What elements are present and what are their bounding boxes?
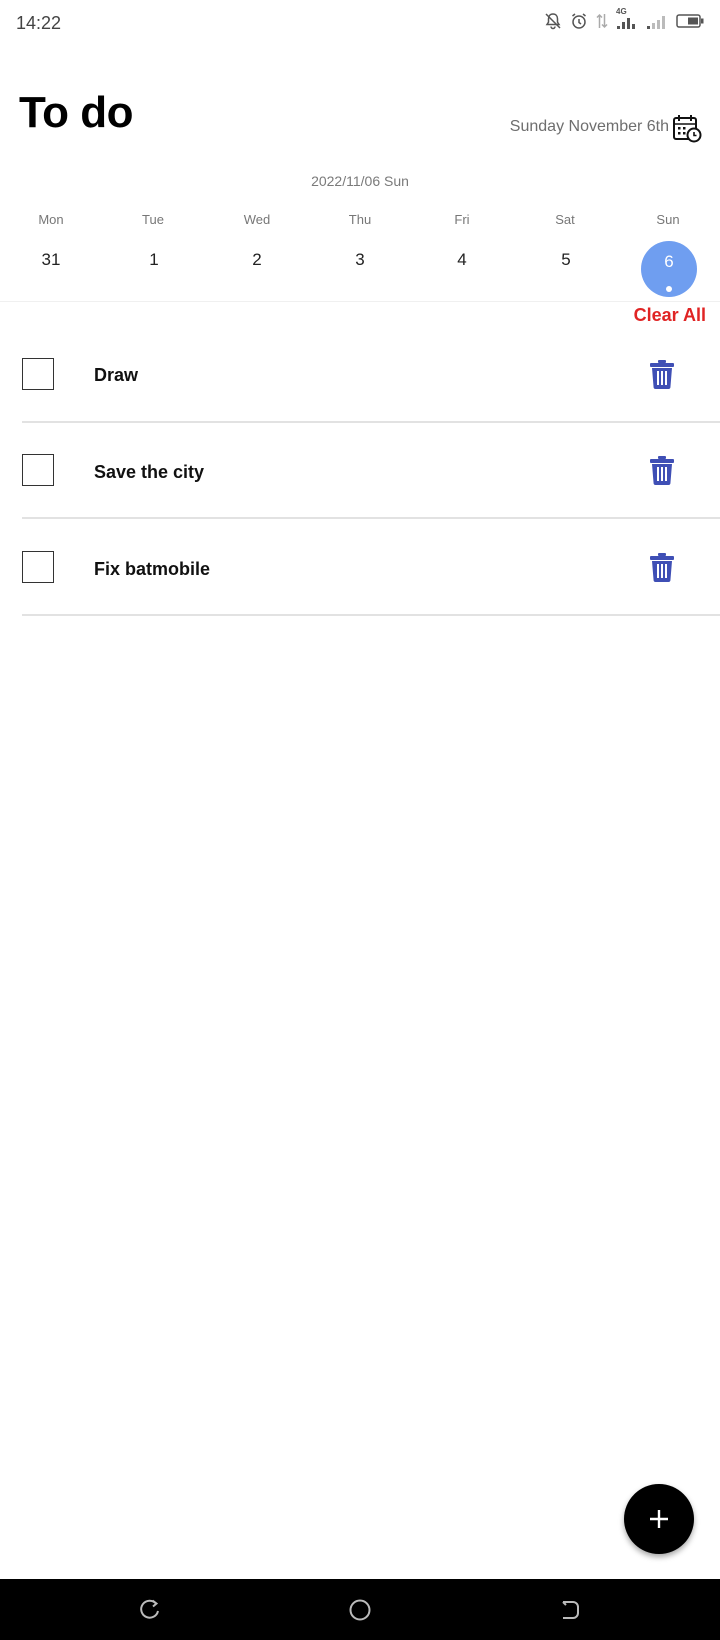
battery-icon	[676, 13, 704, 29]
bell-off-icon	[544, 12, 562, 30]
task-label: Draw	[94, 365, 139, 385]
signal-icon	[646, 12, 668, 30]
week-date-label: 2022/11/06 Sun	[311, 173, 409, 189]
trash-icon	[650, 553, 674, 583]
delete-task-button[interactable]	[649, 359, 675, 390]
day-number-mon[interactable]: 31	[11, 250, 91, 270]
day-number-sun[interactable]: 6	[641, 252, 697, 272]
task-checkbox[interactable]	[22, 454, 54, 486]
day-name-tue: Tue	[142, 212, 164, 227]
page-title: To do	[19, 88, 133, 137]
clear-all-button[interactable]: Clear All	[634, 305, 706, 326]
task-row: Save the city	[22, 423, 720, 519]
day-number-thu[interactable]: 3	[320, 250, 400, 270]
home-button[interactable]	[347, 1597, 373, 1623]
home-icon	[349, 1599, 371, 1621]
delete-task-button[interactable]	[649, 455, 675, 486]
back-button[interactable]	[557, 1597, 583, 1623]
day-name-fri: Fri	[454, 212, 470, 227]
add-task-button[interactable]	[624, 1484, 694, 1554]
status-icons: 4G	[544, 7, 704, 30]
day-number-tue[interactable]: 1	[114, 250, 194, 270]
calendar-button[interactable]	[672, 113, 702, 143]
task-label: Fix batmobile	[94, 559, 211, 579]
current-date-label: Sunday November 6th	[509, 118, 669, 135]
task-label: Save the city	[94, 462, 205, 482]
day-number-sat[interactable]: 5	[526, 250, 606, 270]
trash-icon	[650, 456, 674, 486]
day-name-sat: Sat	[555, 212, 575, 227]
status-time: 14:22	[16, 13, 62, 33]
task-row: Fix batmobile	[22, 520, 720, 616]
day-name-wed: Wed	[243, 212, 271, 227]
recents-icon	[140, 1599, 159, 1619]
calendar-divider	[0, 301, 720, 302]
calendar-clock-icon	[673, 115, 702, 143]
alarm-icon	[570, 12, 588, 30]
back-icon	[562, 1601, 579, 1619]
day-number-wed[interactable]: 2	[217, 250, 297, 270]
navigation-bar	[0, 1579, 720, 1640]
recents-button[interactable]	[137, 1597, 163, 1623]
day-name-sun: Sun	[656, 212, 680, 227]
day-number-fri[interactable]: 4	[422, 250, 502, 270]
network-type-label: 4G	[616, 7, 627, 16]
data-arrows-icon	[596, 12, 608, 30]
delete-task-button[interactable]	[649, 552, 675, 583]
signal-icon: 4G	[616, 7, 638, 30]
trash-icon	[650, 360, 674, 390]
day-name-thu: Thu	[348, 212, 372, 227]
task-checkbox[interactable]	[22, 551, 54, 583]
task-row: Draw	[22, 327, 720, 423]
plus-icon	[650, 1510, 668, 1528]
has-tasks-dot	[666, 286, 672, 292]
day-name-mon: Mon	[38, 212, 64, 227]
task-checkbox[interactable]	[22, 358, 54, 390]
status-bar: 14:22 4G	[0, 0, 720, 48]
